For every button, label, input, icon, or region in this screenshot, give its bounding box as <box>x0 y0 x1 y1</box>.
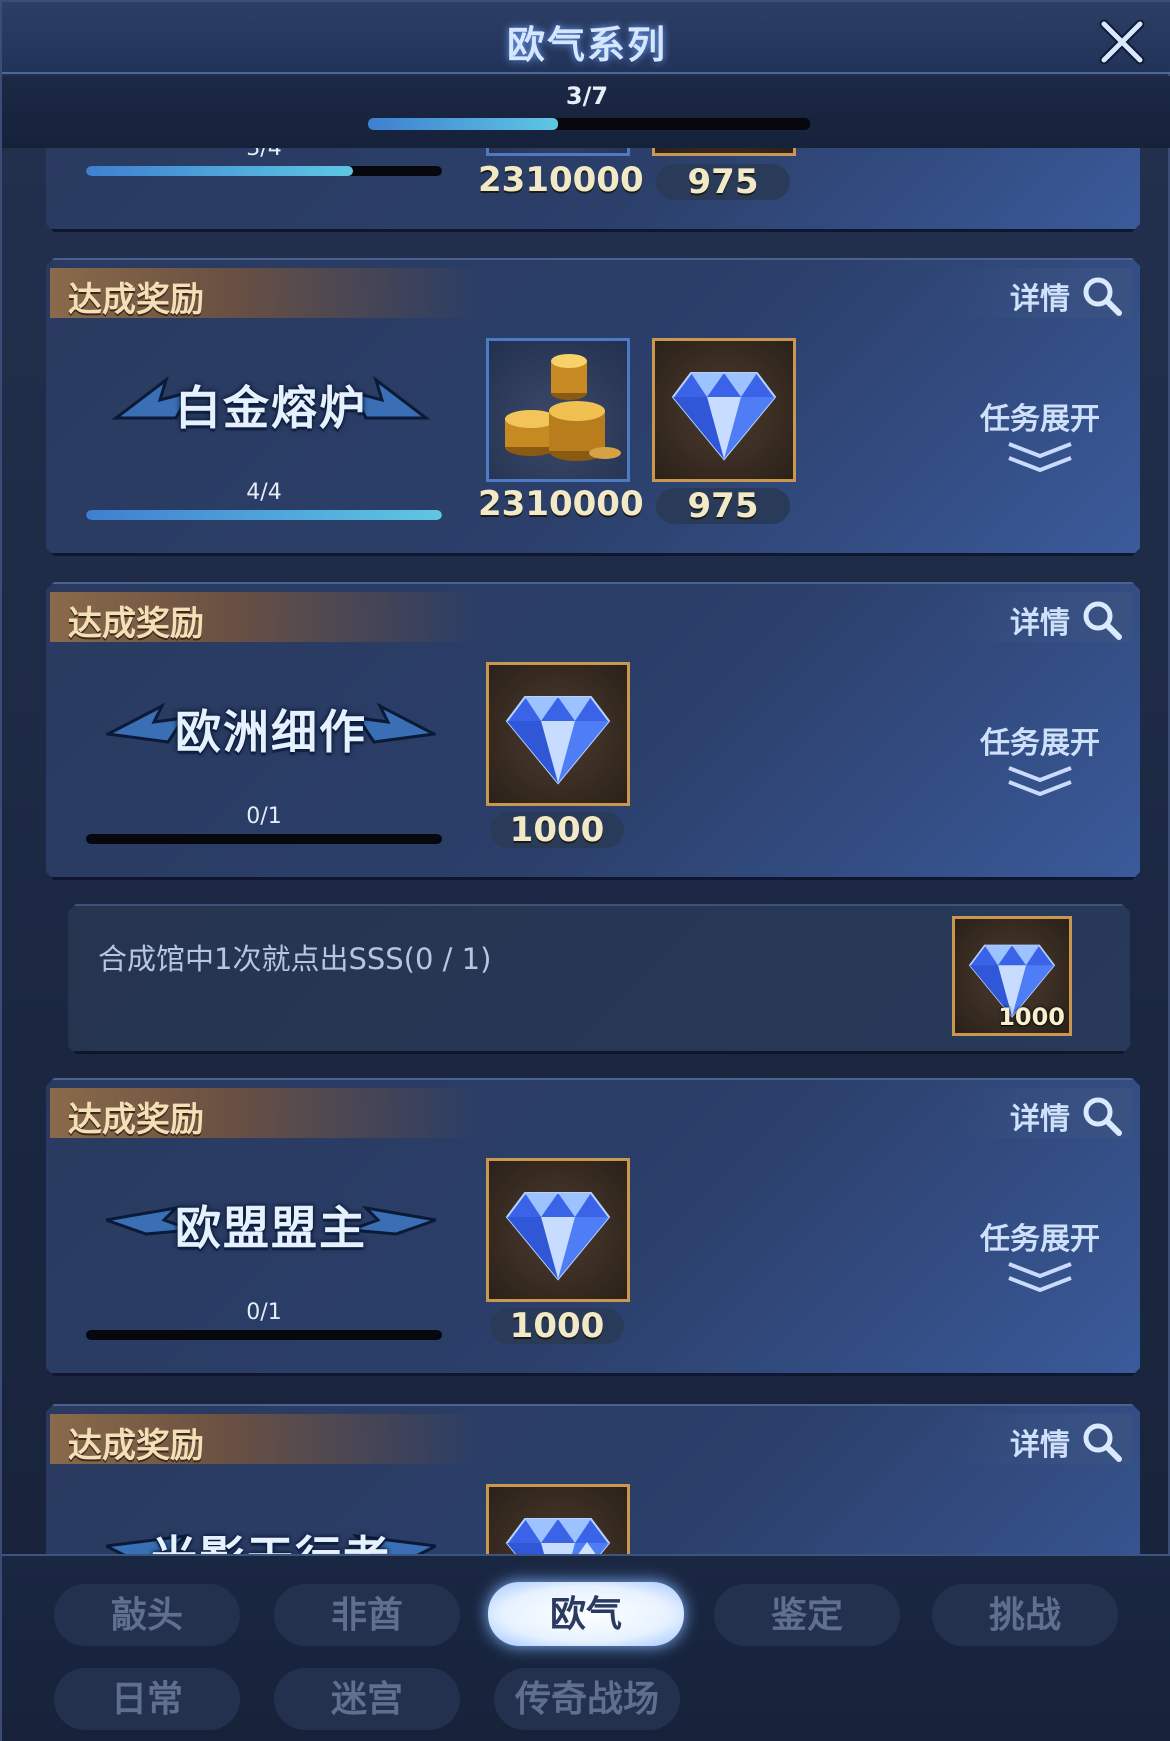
title-emblem-text: 光影干行者 <box>106 1522 436 1554</box>
title-emblem-text: 白金熔炉 <box>175 381 367 435</box>
details-label: 详情 <box>1010 1428 1070 1463</box>
card-progress-fill <box>86 510 442 520</box>
achievement-list[interactable]: 3/4 2310000 975 达成奖励 详情 白金熔炉 4/4 2310000… <box>12 148 1162 1554</box>
reward-diamond-slot[interactable] <box>652 148 796 156</box>
details-button[interactable]: 详情 <box>952 592 1132 642</box>
reward-tag-label: 达成奖励 <box>68 1100 204 1140</box>
series-progress-fill <box>368 118 559 130</box>
reward-tag: 达成奖励 <box>50 592 480 642</box>
reward-diamond-slot[interactable] <box>652 338 796 482</box>
reward-tag: 达成奖励 <box>50 1088 480 1138</box>
close-icon <box>1099 19 1145 65</box>
card-progress-label: 4/4 <box>246 480 282 505</box>
chevron-down-icon <box>1005 1260 1075 1294</box>
magnifier-icon <box>1080 1420 1124 1464</box>
reward-tag-label: 达成奖励 <box>68 1426 204 1466</box>
reward-tag: 达成奖励 <box>50 1414 480 1464</box>
reward-amount: 2310000 <box>478 160 644 200</box>
blue-diamond-icon <box>655 341 793 479</box>
card-progress-bar <box>86 166 442 176</box>
expand-button[interactable]: 任务展开 <box>970 718 1110 798</box>
magnifier-icon <box>1080 1094 1124 1138</box>
tab-tiaozhan[interactable]: 挑战 <box>932 1584 1118 1646</box>
achievement-window: 欧气系列 3/7 3/4 2310000 975 达成奖励 详情 白金熔炉 4/… <box>0 0 1170 1741</box>
card-progress-label: 0/1 <box>246 804 282 829</box>
reward-coins-slot[interactable] <box>486 148 630 156</box>
title-emblem: 白金熔炉 <box>106 366 436 436</box>
reward-amount: 1000 <box>490 1308 624 1344</box>
task-reward-amount: 1000 <box>998 1003 1065 1031</box>
series-progress: 3/7 <box>2 76 1170 148</box>
expand-label: 任务展开 <box>980 402 1100 437</box>
details-button[interactable]: 详情 <box>952 268 1132 318</box>
achievement-card: 达成奖励 详情 欧洲细作 0/1 1000 任务展开 <box>46 582 1140 880</box>
task-row: 合成馆中1次就点出SSS(0 / 1) 1000 <box>68 904 1130 1054</box>
reward-tag: 达成奖励 <box>50 268 480 318</box>
title-emblem-text: 欧盟盟主 <box>175 1201 367 1255</box>
title-emblem: 欧盟盟主 <box>106 1186 436 1256</box>
expand-label: 任务展开 <box>980 726 1100 761</box>
close-button[interactable] <box>1098 18 1146 66</box>
magnifier-icon <box>1080 598 1124 642</box>
reward-diamond-slot[interactable] <box>486 662 630 806</box>
expand-label: 任务展开 <box>980 1222 1100 1257</box>
details-label: 详情 <box>1010 282 1070 317</box>
reward-amount: 975 <box>656 488 790 524</box>
series-progress-count: 3/7 <box>565 82 609 110</box>
reward-amount: 975 <box>656 164 790 200</box>
reward-diamond-slot[interactable] <box>486 1158 630 1302</box>
title-emblem: 光影干行者 <box>106 1516 436 1554</box>
chevron-down-icon <box>1005 764 1075 798</box>
details-button[interactable]: 详情 <box>952 1088 1132 1138</box>
expand-button[interactable]: 任务展开 <box>970 394 1110 474</box>
reward-diamond-slot[interactable] <box>486 1484 630 1554</box>
details-label: 详情 <box>1010 1102 1070 1137</box>
title-emblem: 欧洲细作 <box>106 690 436 760</box>
window-header: 欧气系列 <box>2 2 1170 74</box>
achievement-card: 3/4 2310000 975 <box>46 148 1140 232</box>
details-label: 详情 <box>1010 606 1070 641</box>
reward-tag-label: 达成奖励 <box>68 280 204 320</box>
tab-richang[interactable]: 日常 <box>54 1668 240 1730</box>
card-progress-bar <box>86 834 442 844</box>
blue-diamond-icon <box>489 1161 627 1299</box>
tab-jianding[interactable]: 鉴定 <box>714 1584 900 1646</box>
task-reward-slot[interactable]: 1000 <box>952 916 1072 1036</box>
window-title: 欧气系列 <box>506 22 667 67</box>
card-progress-fill <box>86 166 353 176</box>
achievement-card: 达成奖励 详情 欧盟盟主 0/1 1000 任务展开 <box>46 1078 1140 1376</box>
tab-chuanqi-zhanchang[interactable]: 传奇战场 <box>494 1668 680 1730</box>
tab-feiqiu[interactable]: 非酋 <box>274 1584 460 1646</box>
card-progress-bar <box>86 510 442 520</box>
blue-diamond-icon <box>489 665 627 803</box>
tab-migong[interactable]: 迷宫 <box>274 1668 460 1730</box>
reward-amount: 2310000 <box>478 484 644 524</box>
chevron-down-icon <box>1005 440 1075 474</box>
card-progress-bar <box>86 1330 442 1340</box>
magnifier-icon <box>1080 274 1124 318</box>
reward-coins-slot[interactable] <box>486 338 630 482</box>
tab-ouqi[interactable]: 欧气 <box>488 1582 684 1646</box>
expand-button[interactable]: 任务展开 <box>970 1214 1110 1294</box>
card-progress-label: 3/4 <box>246 148 282 161</box>
reward-amount: 1000 <box>490 812 624 848</box>
series-progress-bar <box>368 118 810 130</box>
achievement-card: 达成奖励 详情 白金熔炉 4/4 2310000 975 任务展开 <box>46 258 1140 556</box>
card-progress-label: 0/1 <box>246 1300 282 1325</box>
blue-diamond-icon <box>489 1487 627 1554</box>
task-description: 合成馆中1次就点出SSS(0 / 1) <box>98 942 492 976</box>
reward-tag-label: 达成奖励 <box>68 604 204 644</box>
title-emblem-text: 欧洲细作 <box>175 705 367 759</box>
gold-coins-icon <box>489 341 627 479</box>
category-tabs: 敲头 非酋 欧气 鉴定 挑战 日常 迷宫 传奇战场 <box>2 1554 1170 1741</box>
details-button[interactable]: 详情 <box>952 1414 1132 1464</box>
achievement-card: 达成奖励 详情 光影干行者 <box>46 1404 1140 1554</box>
tab-qiaotou[interactable]: 敲头 <box>54 1584 240 1646</box>
